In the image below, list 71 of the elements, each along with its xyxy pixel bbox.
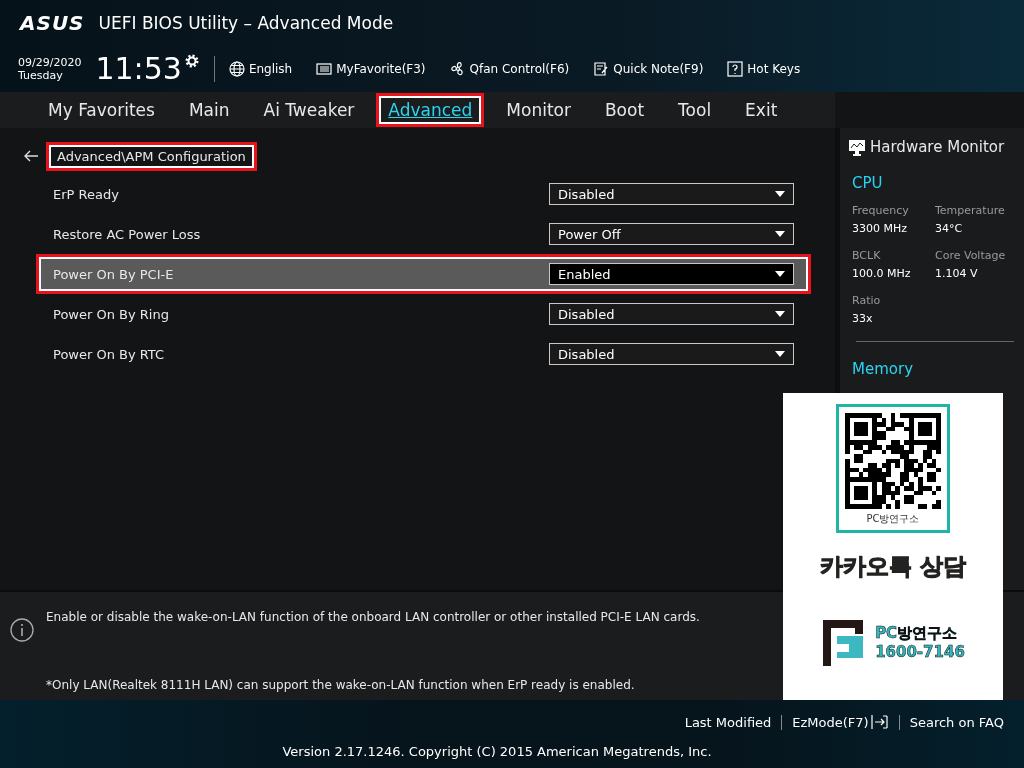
panel-title: Hardware Monitor: [870, 138, 1005, 156]
setting-dropdown[interactable]: Enabled: [549, 263, 794, 285]
setting-label: Power On By PCI-E: [53, 266, 175, 282]
setting-dropdown[interactable]: Disabled: [549, 343, 794, 365]
stat-label: Frequency: [852, 204, 910, 217]
help-note: *Only LAN(Realtek 8111H LAN) can support the wake-on-LAN function when ErP ready is enabled.: [46, 678, 636, 692]
toolbar-button[interactable]: Hot Keys: [727, 60, 801, 77]
stat-value: 1.104 V: [935, 267, 979, 280]
menu-tab[interactable]: Advanced: [376, 93, 485, 127]
globe-icon: [228, 60, 245, 77]
toolbar-button[interactable]: MyFavorite(F3): [316, 60, 426, 77]
help-description: Enable or disable the wake-on-LAN function of the onboard LAN controller or other installed PCI-E LAN cards.: [46, 610, 700, 624]
menu-tab[interactable]: My Favorites: [36, 93, 167, 127]
promo-phone: 1600-7146: [875, 642, 965, 661]
menu-tab[interactable]: Main: [176, 93, 242, 127]
toolbar-button[interactable]: Qfan Control(F6): [449, 60, 570, 77]
monitor-icon: [848, 138, 866, 156]
setting-label: Power On By Ring: [53, 306, 170, 322]
promo-brand: PC방연구소: [875, 623, 959, 643]
footer-link[interactable]: Search on FAQ: [898, 714, 1014, 730]
date-text: 09/29/2020: [18, 55, 82, 69]
help-icon: [727, 60, 744, 77]
info-icon: [10, 618, 34, 642]
menu-tab[interactable]: Ai Tweaker: [251, 93, 367, 127]
stat-label: Ratio: [852, 294, 882, 307]
setting-row[interactable]: Power On By Ring Disabled: [0, 294, 835, 334]
menu-tab[interactable]: Exit: [733, 93, 790, 127]
setting-dropdown[interactable]: Disabled: [549, 303, 794, 325]
menu-tab[interactable]: Tool: [666, 93, 724, 127]
promo-headline: 카카오톡 상담: [820, 552, 966, 581]
setting-row[interactable]: Restore AC Power Loss Power Off: [0, 214, 835, 254]
stat-value: 3300 MHz: [852, 222, 909, 235]
window-title: UEFI BIOS Utility – Advanced Mode: [98, 12, 394, 33]
setting-row[interactable]: ErP Ready Disabled: [0, 174, 835, 214]
setting-row[interactable]: Power On By RTC Disabled: [0, 334, 835, 374]
note-icon: [593, 60, 610, 77]
back-arrow-icon[interactable]: [24, 150, 38, 162]
caret-icon: [775, 191, 785, 197]
menu-tab[interactable]: Boot: [592, 93, 657, 127]
caret-icon: [775, 311, 785, 317]
setting-label: Power On By RTC: [53, 346, 166, 362]
caret-icon: [775, 351, 785, 357]
setting-label: ErP Ready: [53, 186, 120, 202]
section-title: Memory: [852, 360, 914, 378]
stat-label: Temperature: [935, 204, 1006, 217]
toolbar-button[interactable]: English: [228, 60, 293, 77]
setting-dropdown[interactable]: Disabled: [549, 183, 794, 205]
qr-caption: PC방연구소: [866, 512, 920, 526]
day-text: Tuesday: [18, 68, 64, 82]
caret-icon: [775, 231, 785, 237]
footer-link[interactable]: EzMode(F7): [781, 714, 899, 730]
stat-value: 33x: [852, 312, 874, 325]
stat-value: 100.0 MHz: [852, 267, 912, 280]
list-icon: [316, 60, 333, 77]
caret-icon: [775, 271, 785, 277]
setting-dropdown[interactable]: Power Off: [549, 223, 794, 245]
clock-time: 11:53: [95, 51, 182, 86]
settings-icon[interactable]: [183, 53, 200, 69]
stat-value: 34°C: [935, 222, 964, 235]
setting-row[interactable]: Power On By PCI-E Enabled: [36, 254, 811, 294]
brand-logo: ASUS: [20, 10, 85, 35]
footer-link[interactable]: Last Modified: [674, 714, 782, 730]
stat-label: Core Voltage: [935, 249, 1007, 262]
version-text: Version 2.17.1246. Copyright (C) 2015 American Megatrends, Inc.: [282, 744, 712, 759]
section-title: CPU: [852, 174, 884, 192]
toolbar-button[interactable]: Quick Note(F9): [593, 60, 704, 77]
breadcrumb-path: Advanced\APM Configuration: [46, 141, 257, 171]
setting-label: Restore AC Power Loss: [53, 226, 202, 242]
menu-tab[interactable]: Monitor: [494, 93, 583, 127]
fan-icon: [449, 60, 466, 77]
stat-label: BCLK: [852, 249, 882, 262]
